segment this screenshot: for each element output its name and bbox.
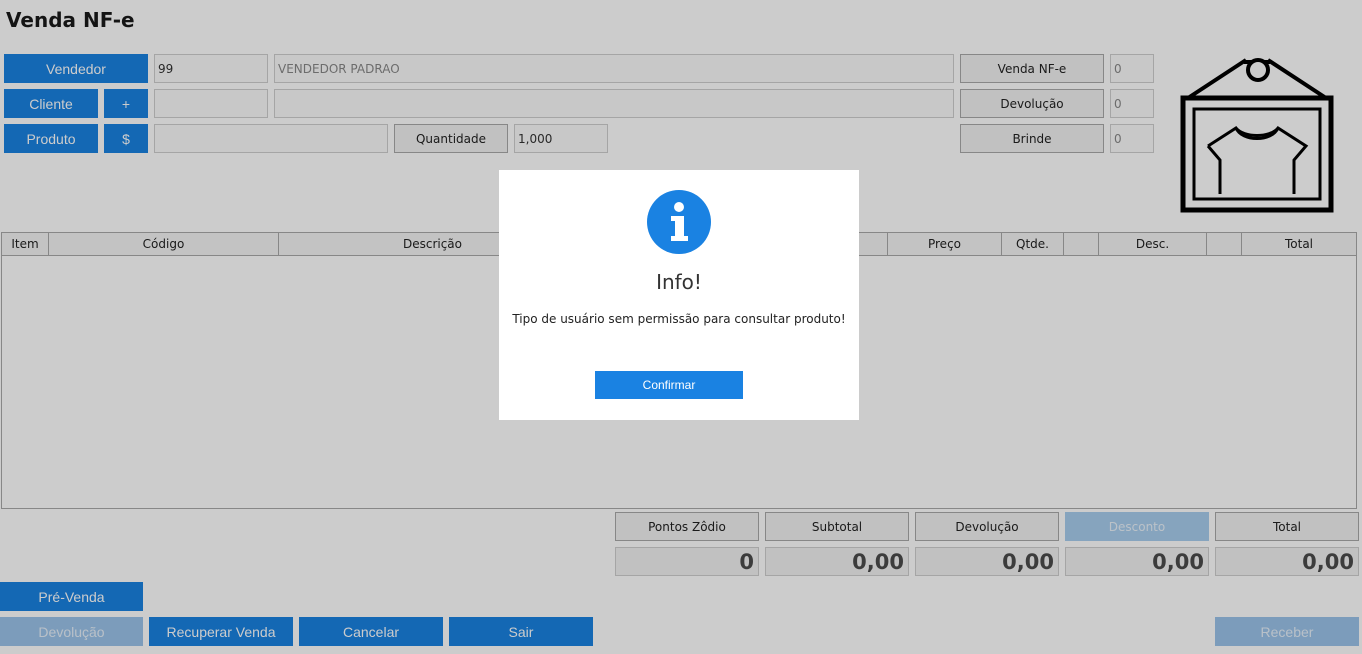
info-dialog: Info! Tipo de usuário sem permissão para… bbox=[499, 170, 859, 420]
dialog-title: Info! bbox=[656, 270, 702, 294]
dialog-message: Tipo de usuário sem permissão para consu… bbox=[512, 312, 846, 326]
confirm-button[interactable]: Confirmar bbox=[595, 371, 743, 399]
info-icon bbox=[647, 190, 711, 254]
